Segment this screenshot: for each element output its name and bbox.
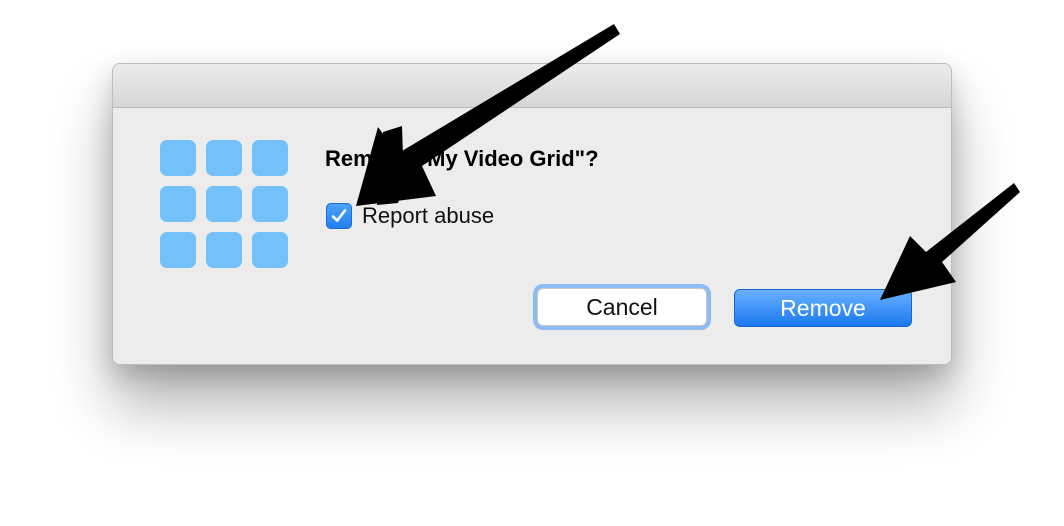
dialog-titlebar [113, 64, 951, 108]
checkmark-icon [331, 209, 347, 222]
grid-tile [252, 140, 288, 176]
grid-tile [252, 186, 288, 222]
grid-tile [160, 140, 196, 176]
grid-tile [206, 186, 242, 222]
report-abuse-label: Report abuse [362, 203, 495, 228]
grid-tile [160, 186, 196, 222]
remove-extension-dialog: Remove "My Video Grid"? Report abuse Can… [112, 63, 952, 365]
grid-tile [252, 232, 288, 268]
report-abuse-checkbox[interactable] [326, 203, 352, 229]
report-abuse-row[interactable]: Report abuse [326, 202, 494, 230]
grid-app-icon [160, 140, 290, 270]
dialog-heading: Remove "My Video Grid"? [325, 146, 599, 171]
grid-tile [160, 232, 196, 268]
grid-tile [206, 140, 242, 176]
grid-tile [206, 232, 242, 268]
cancel-button[interactable]: Cancel [537, 288, 707, 326]
remove-button[interactable]: Remove [734, 289, 912, 327]
screenshot-stage: Remove "My Video Grid"? Report abuse Can… [0, 0, 1064, 526]
